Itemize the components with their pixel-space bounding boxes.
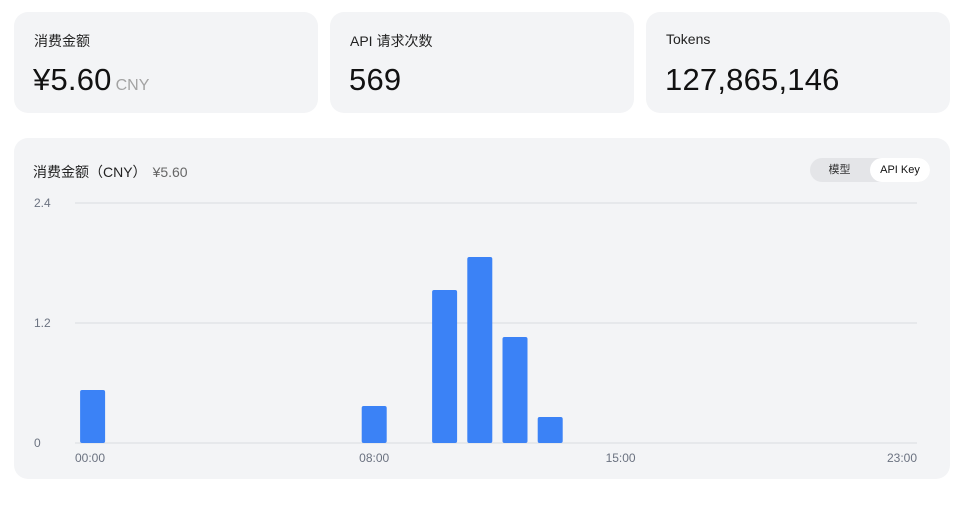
x-tick-label: 23:00: [887, 451, 917, 465]
requests-stat-value: 569: [349, 62, 402, 97]
spend-stat-card: 消费金额 ¥5.60 CNY: [14, 12, 318, 113]
requests-stat-card: API 请求次数 569: [330, 12, 634, 113]
bar-12:00: [502, 337, 528, 443]
y-tick-label: 2.4: [34, 196, 51, 210]
tokens-stat-label: Tokens: [666, 31, 711, 47]
y-tick-label: 1.2: [34, 316, 51, 330]
y-tick-label: 0: [34, 436, 41, 450]
spend-bar-chart: 0 1.2 2.4 00:00 08:00 15:00 23:00: [34, 196, 917, 465]
spend-amount: ¥5.60: [33, 62, 112, 97]
x-tick-label: 08:00: [359, 451, 389, 465]
tokens-stat-value: 127,865,146: [665, 62, 840, 97]
x-tick-label: 15:00: [606, 451, 636, 465]
spend-stat-value: ¥5.60 CNY: [33, 62, 149, 98]
spend-chart-card: 消费金额（CNY） ¥5.60 模型 API Key 0 1.2 2.4 00:00 08…: [14, 138, 950, 479]
spend-unit: CNY: [115, 77, 150, 94]
requests-stat-label: API 请求次数: [350, 33, 433, 49]
bar-13:00: [537, 417, 563, 443]
bar-10:00: [432, 290, 458, 443]
spend-stat-label: 消费金额: [34, 33, 90, 49]
tokens-stat-card: Tokens 127,865,146: [646, 12, 950, 113]
x-tick-label: 00:00: [75, 451, 105, 465]
bar-00:00: [80, 390, 106, 443]
bar-08:00: [361, 406, 387, 443]
bar-11:00: [467, 257, 493, 443]
